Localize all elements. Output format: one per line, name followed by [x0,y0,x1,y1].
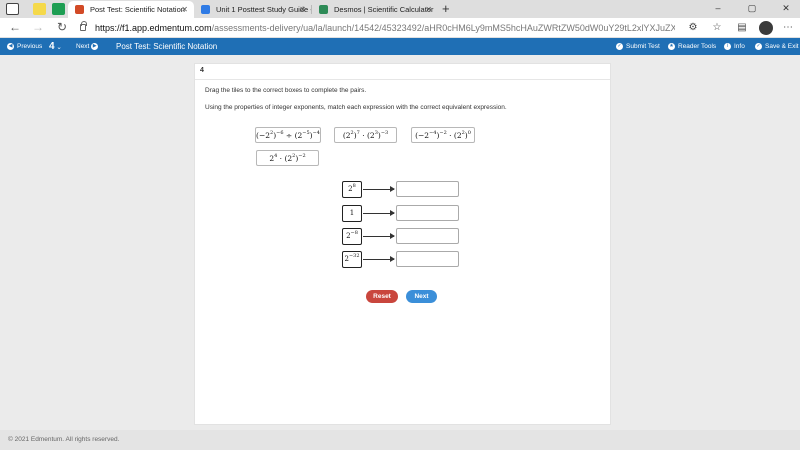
previous-arrow-icon: ◀ [7,42,14,50]
refresh-icon[interactable]: ↻ [55,20,69,35]
expression-tile[interactable]: (−2−4)−2 · (22)0 [411,127,475,143]
browser-tab-strip: Post Test: Scientific Notation ✕ Unit 1 … [0,0,800,18]
expression-tile[interactable]: (−22)−6 ÷ (2−5)−4 [255,127,321,143]
edmentum-favicon-icon [75,5,84,14]
chevron-down-icon: ⌄ [56,44,62,51]
close-tab-icon[interactable]: ✕ [425,1,432,18]
page-selector[interactable]: 4 ⌄ [49,38,62,56]
pair-source-expression: 2−32 [342,251,362,268]
close-tab-icon[interactable]: ✕ [299,1,306,18]
pair-source-expression: 1 [342,205,362,222]
extensions-icon[interactable]: ⚙ [686,21,700,35]
instruction-text: Drag the tiles to the correct boxes to c… [205,87,367,94]
docs-favicon-icon [201,5,210,14]
drop-target-box[interactable] [396,205,459,221]
save-exit-button[interactable]: ✓ Save & Exit [755,38,799,55]
expression-tile[interactable]: 24 · (22)−2 [256,150,319,166]
reader-tools-button[interactable]: ★ Reader Tools [668,38,716,55]
address-bar-row: ← → ↻ https://f1.app.edmentum.com/assess… [0,18,800,38]
save-icon: ✓ [755,42,762,50]
arrow-right-icon [363,210,395,216]
next-button[interactable]: Next [406,290,437,303]
drop-target-box[interactable] [396,181,459,197]
pair-source-expression: 2−8 [342,228,362,245]
tab-study-guide[interactable]: Unit 1 Posttest Study Guide - Go ✕ [194,1,312,18]
reset-button[interactable]: Reset [366,290,398,303]
new-tab-button[interactable]: + [442,0,450,17]
question-card: 4 Drag the tiles to the correct boxes to… [194,63,611,425]
app-title: Post Test: Scientific Notation [116,42,218,51]
close-tab-icon[interactable]: ✕ [181,1,188,18]
close-window-button[interactable]: ✕ [776,0,796,17]
pair-source-expression: 28 [342,181,362,198]
url-field[interactable]: https://f1.app.edmentum.com/assessments-… [95,21,675,35]
tab-title: Desmos | Scientific Calculator [334,5,434,14]
tab-desmos[interactable]: Desmos | Scientific Calculator ✕ [312,1,438,18]
previous-button[interactable]: ◀ Previous [7,38,42,55]
collections-icon[interactable] [33,3,46,15]
tab-title: Unit 1 Posttest Study Guide - Go [216,5,312,14]
submit-icon: ✓ [616,42,623,50]
window-menu-icon[interactable] [6,3,19,15]
desmos-favicon-icon [319,5,328,14]
info-button[interactable]: i Info [724,38,745,55]
reader-icon: ★ [668,42,675,50]
forward-icon[interactable]: → [31,20,45,35]
more-menu-icon[interactable]: ⋯ [781,21,795,35]
tab-post-test[interactable]: Post Test: Scientific Notation ✕ [68,1,194,18]
minimize-button[interactable]: – [708,0,728,17]
app-toolbar: ◀ Previous 4 ⌄ Next ▶ Post Test: Scientif… [0,38,800,55]
profile-avatar[interactable] [759,21,773,35]
back-icon[interactable]: ← [8,20,22,35]
copyright-text: © 2021 Edmentum. All rights reserved. [8,436,120,443]
arrow-right-icon [363,186,395,192]
drop-target-box[interactable] [396,228,459,244]
arrow-right-icon [363,233,395,239]
info-icon: i [724,42,731,50]
submit-test-button[interactable]: ✓ Submit Test [616,38,660,55]
collections-toolbar-icon[interactable]: ▤ [735,21,749,35]
sheets-icon[interactable] [52,3,65,15]
next-page-button[interactable]: Next ▶ [76,38,101,55]
maximize-button[interactable]: ▢ [742,0,762,17]
lock-icon [80,21,87,31]
arrow-right-icon [363,256,395,262]
drop-target-box[interactable] [396,251,459,267]
favorites-icon[interactable]: ☆ [710,21,724,35]
next-arrow-icon: ▶ [91,42,99,50]
question-number: 4 [200,67,204,74]
footer: © 2021 Edmentum. All rights reserved. [0,430,800,450]
instruction-text: Using the properties of integer exponent… [205,104,507,111]
tab-title: Post Test: Scientific Notation [90,5,185,14]
expression-tile[interactable]: (22)7 · (23)−3 [334,127,397,143]
